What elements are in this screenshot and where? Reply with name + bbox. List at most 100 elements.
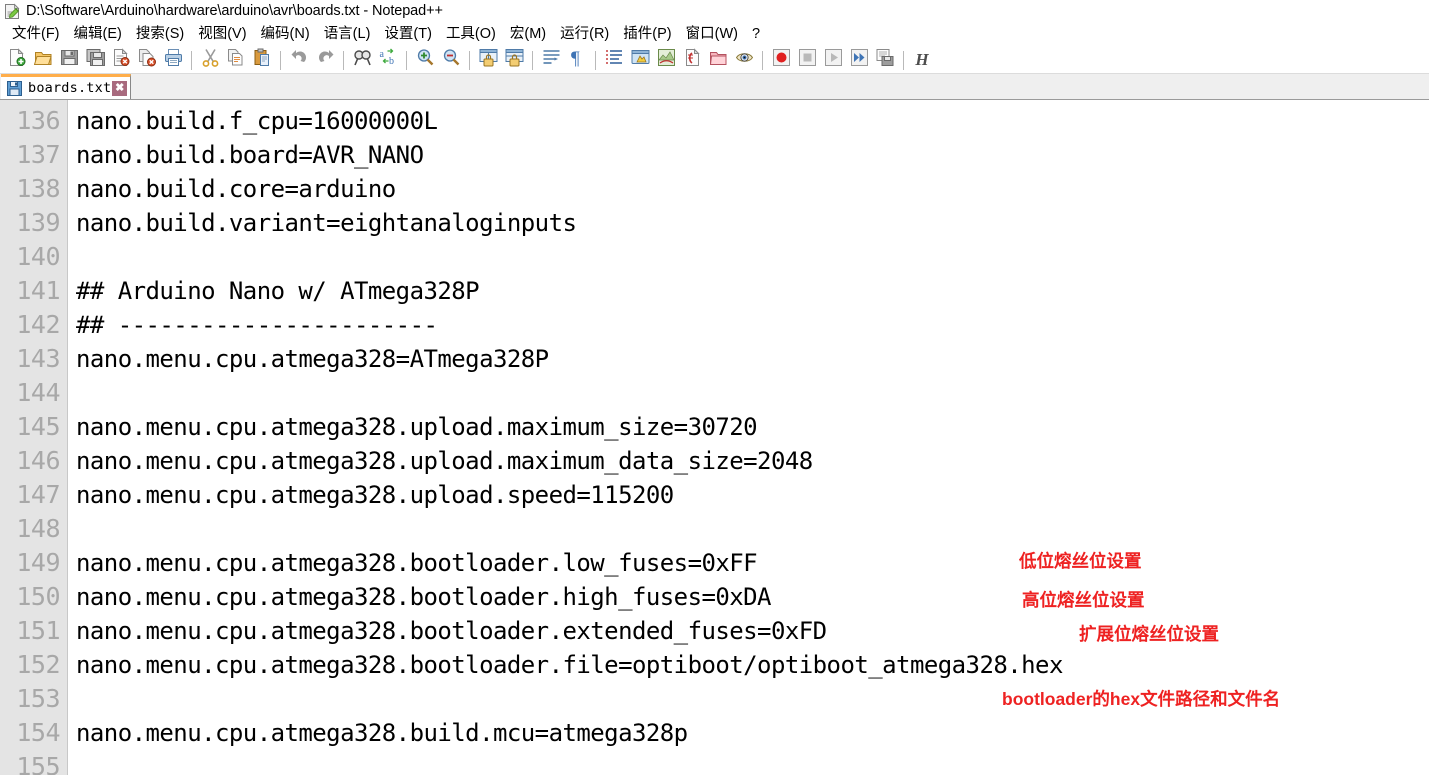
- open-file-button[interactable]: [30, 48, 56, 72]
- menu-language[interactable]: 语言(L): [317, 25, 378, 44]
- word-wrap-button[interactable]: [538, 48, 564, 72]
- annotation-bootloader-file: bootloader的hex文件路径和文件名: [1002, 689, 1281, 709]
- menu-run[interactable]: 运行(R): [553, 25, 616, 44]
- line-number: 152: [16, 650, 60, 679]
- svg-text:b: b: [389, 56, 394, 67]
- line-number-gutter: 136 137 138 139 140 141 142 143 144 145 …: [0, 100, 68, 775]
- show-all-characters-button[interactable]: ¶: [564, 48, 590, 72]
- replace-icon: a b: [379, 48, 398, 72]
- code-line: nano.build.variant=eightanaloginputs: [76, 209, 577, 237]
- saved-file-icon: [7, 80, 22, 96]
- find-button[interactable]: [349, 48, 375, 72]
- document-map-button[interactable]: [653, 48, 679, 72]
- line-number: 146: [16, 446, 60, 475]
- line-number: 147: [16, 480, 60, 509]
- code-line: nano.menu.cpu.atmega328.bootloader.high_…: [76, 583, 772, 611]
- sync-horizontal-scroll-button[interactable]: [501, 48, 527, 72]
- user-defined-language-button[interactable]: [627, 48, 653, 72]
- menu-search[interactable]: 搜索(S): [129, 25, 191, 44]
- line-number: 155: [16, 752, 60, 775]
- menu-file[interactable]: 文件(F): [5, 25, 67, 44]
- line-number: 154: [16, 718, 60, 747]
- undo-icon: [290, 48, 309, 72]
- code-text-area[interactable]: nano.build.f_cpu=16000000L nano.build.bo…: [68, 100, 1429, 775]
- stop-recording-icon: [798, 48, 817, 72]
- paste-button[interactable]: [249, 48, 275, 72]
- menu-encoding[interactable]: 编码(N): [254, 25, 317, 44]
- code-line: nano.build.core=arduino: [76, 175, 396, 203]
- replace-button[interactable]: a b: [375, 48, 401, 72]
- new-file-button[interactable]: [4, 48, 30, 72]
- zoom-out-icon: [442, 48, 461, 72]
- zoom-in-button[interactable]: [412, 48, 438, 72]
- zoom-out-button[interactable]: [438, 48, 464, 72]
- cut-icon: [201, 48, 220, 72]
- zoom-in-icon: [416, 48, 435, 72]
- menu-help[interactable]: ?: [745, 25, 767, 44]
- menu-window[interactable]: 窗口(W): [679, 25, 745, 44]
- toolbar-separator: [762, 50, 763, 70]
- folder-as-workspace-icon: [709, 48, 728, 72]
- hex-editor-button[interactable]: H: [909, 50, 935, 70]
- function-list-button[interactable]: [679, 48, 705, 72]
- line-number: 153: [16, 684, 60, 713]
- tab-label: boards.txt: [28, 80, 112, 96]
- playback-macro-button[interactable]: [820, 48, 846, 72]
- close-all-button[interactable]: [134, 48, 160, 72]
- open-file-icon: [33, 48, 53, 72]
- print-button[interactable]: [160, 48, 186, 72]
- folder-as-workspace-button[interactable]: [705, 48, 731, 72]
- record-macro-button[interactable]: [768, 48, 794, 72]
- sync-vertical-scroll-button[interactable]: [475, 48, 501, 72]
- menu-bar: 文件(F) 编辑(E) 搜索(S) 视图(V) 编码(N) 语言(L) 设置(T…: [0, 22, 1429, 47]
- line-number: 145: [16, 412, 60, 441]
- run-multiple-macro-icon: [850, 48, 869, 72]
- window-title: D:\Software\Arduino\hardware\arduino\avr…: [26, 3, 443, 19]
- playback-macro-icon: [824, 48, 843, 72]
- menu-macro[interactable]: 宏(M): [503, 25, 553, 44]
- copy-button[interactable]: [223, 48, 249, 72]
- line-number: 136: [16, 106, 60, 135]
- run-multiple-macro-button[interactable]: [846, 48, 872, 72]
- code-line: nano.menu.cpu.atmega328.bootloader.low_f…: [76, 549, 758, 577]
- annotation-low-fuses: 低位熔丝位设置: [1019, 551, 1142, 571]
- svg-text:¶: ¶: [571, 48, 580, 67]
- menu-settings[interactable]: 设置(T): [377, 25, 439, 44]
- toolbar-separator: [343, 50, 344, 70]
- menu-view[interactable]: 视图(V): [191, 25, 253, 44]
- menu-tools[interactable]: 工具(O): [439, 25, 503, 44]
- redo-icon: [316, 48, 335, 72]
- line-number: 149: [16, 548, 60, 577]
- toolbar-separator: [191, 50, 192, 70]
- line-number: 143: [16, 344, 60, 373]
- menu-edit[interactable]: 编辑(E): [67, 25, 129, 44]
- editor-area[interactable]: 136 137 138 139 140 141 142 143 144 145 …: [0, 100, 1429, 775]
- tool-bar: a b ¶ H: [0, 47, 1429, 74]
- tab-close-icon[interactable]: ✖: [112, 80, 128, 96]
- line-number: 150: [16, 582, 60, 611]
- tab-boards-txt[interactable]: boards.txt ✖: [1, 74, 132, 99]
- code-line: nano.menu.cpu.atmega328=ATmega328P: [76, 345, 549, 373]
- indent-guide-icon: [605, 48, 624, 72]
- line-number: 148: [16, 514, 60, 543]
- stop-recording-button[interactable]: [794, 48, 820, 72]
- code-line: nano.menu.cpu.atmega328.upload.maximum_d…: [76, 447, 813, 475]
- cut-button[interactable]: [197, 48, 223, 72]
- close-file-button[interactable]: [108, 48, 134, 72]
- monitoring-button[interactable]: [731, 48, 757, 72]
- line-number: 137: [16, 140, 60, 169]
- save-macro-button[interactable]: [872, 48, 898, 72]
- indent-guide-button[interactable]: [601, 48, 627, 72]
- tab-bar: boards.txt ✖: [0, 74, 1429, 100]
- undo-button[interactable]: [286, 48, 312, 72]
- save-button[interactable]: [56, 48, 82, 72]
- toolbar-separator: [406, 50, 407, 70]
- annotation-extended-fuses: 扩展位熔丝位设置: [1079, 624, 1219, 644]
- menu-plugins[interactable]: 插件(P): [616, 25, 678, 44]
- save-all-button[interactable]: [82, 48, 108, 72]
- redo-button[interactable]: [312, 48, 338, 72]
- notepad-plus-plus-icon: [4, 3, 21, 20]
- code-line: ## -----------------------: [76, 311, 438, 339]
